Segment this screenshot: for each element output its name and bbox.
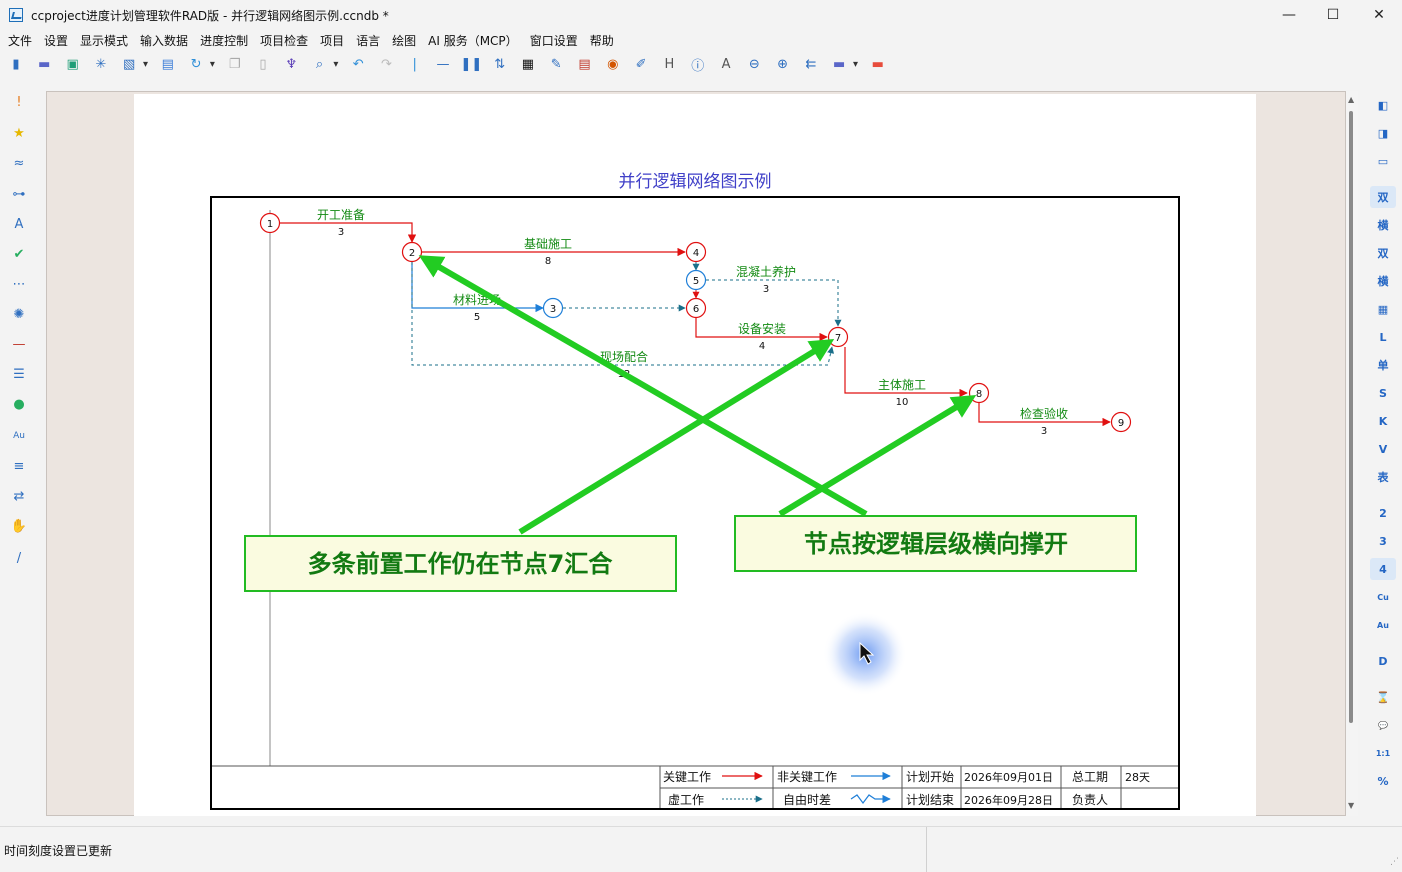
activity-duration: 8 [545,256,551,267]
status-bar: 时间刻度设置已更新 ⋰ [0,826,1402,872]
right-tool-button[interactable]: ▦ [1370,298,1396,320]
legend-float-label: 自由时差 [783,793,831,807]
activity-label: 设备安装 [738,321,786,336]
legend-critical-label: 关键工作 [663,770,711,784]
activity-duration: 10 [896,397,909,408]
callout-arrow [518,338,835,535]
activity-label: 基础施工 [524,237,572,251]
node-number: 6 [693,304,699,315]
node-number: 5 [693,276,699,287]
callout-arrow [778,395,977,517]
right-tool-button[interactable]: L [1370,326,1396,348]
right-tool-button[interactable]: 横 [1370,214,1396,236]
node-number: 9 [1118,418,1124,429]
node-number: 3 [550,304,556,315]
callout-text-right: 节点按逻辑层级横向撑开 [804,530,1068,558]
activity-label: 检查验收 [1020,406,1068,421]
edge-1-2[interactable] [280,222,417,243]
legend-plan-start-value: 2026年09月01日 [964,770,1053,784]
legend-owner-label: 负责人 [1072,793,1108,807]
right-tool-button[interactable]: 2 [1370,502,1396,524]
activity-duration: 3 [338,227,344,238]
activity-duration: 3 [763,284,769,295]
diagram-title: 并行逻辑网络图示例 [619,172,772,192]
resize-grip-icon[interactable]: ⋰ [1390,857,1399,867]
legend-float-sample [850,794,891,804]
right-tool-button[interactable]: 横 [1370,270,1396,292]
right-tool-button[interactable]: D [1370,650,1396,672]
legend-plan-end-label: 计划结束 [906,793,954,807]
right-tool-button[interactable]: K [1370,410,1396,432]
legend-noncritical-label: 非关键工作 [777,770,837,784]
status-divider [926,827,927,872]
right-tool-button[interactable]: 双 [1370,242,1396,264]
right-tool-button[interactable]: % [1370,770,1396,792]
activity-label: 混凝土养护 [736,264,796,279]
right-tool-button[interactable]: S [1370,382,1396,404]
activity-label: 开工准备 [317,208,365,222]
node-number: 1 [267,219,273,230]
activity-duration: 5 [474,312,480,323]
right-tool-button[interactable]: 4 [1370,558,1396,580]
legend-dummy-label: 虚工作 [668,793,704,807]
activity-duration: 3 [1041,426,1047,437]
legend-total-label: 总工期 [1072,770,1108,784]
right-tool-button[interactable]: 双 [1370,186,1396,208]
legend-plan-end-value: 2026年09月28日 [964,793,1053,807]
activity-duration: 4 [759,341,765,352]
right-tool-button[interactable]: Cu [1370,586,1396,608]
legend-total-value: 28天 [1125,771,1150,784]
right-tool-button[interactable]: ◨ [1370,122,1396,144]
right-tool-button[interactable]: ⌛ [1370,686,1396,708]
callout-text-left: 多条前置工作仍在节点7汇合 [308,550,614,578]
right-tool-button[interactable]: Au [1370,614,1396,636]
right-tool-button[interactable]: ▭ [1370,150,1396,172]
node-number: 2 [409,248,415,259]
node-number: 8 [976,389,982,400]
node-number: 7 [835,333,841,344]
callout-arrow [418,255,868,517]
activity-label: 主体施工 [878,378,926,392]
right-tool-button[interactable]: 💬 [1370,714,1396,736]
right-tool-button[interactable]: ◧ [1370,94,1396,116]
right-tool-button[interactable]: 表 [1370,466,1396,488]
legend-plan-start-label: 计划开始 [906,770,954,784]
node-number: 4 [693,248,699,259]
right-tool-button[interactable]: 3 [1370,530,1396,552]
network-diagram: 并行逻辑网络图示例 开工准备 基础施工 材料进场 混凝土养护 设备安装 现场配合… [210,172,1180,810]
status-message: 时间刻度设置已更新 [4,844,113,858]
right-tool-strip: ◧ ◨ ▭ 双横双横 ▦ L 单 S K V 表 2 3 4 Cu Au D ⌛ 💬 1:1% [1366,90,1402,810]
right-tool-button[interactable]: 1:1 [1370,742,1396,764]
edge-5-7[interactable] [706,279,842,327]
right-tool-button[interactable]: 单 [1370,354,1396,376]
right-tool-button[interactable]: V [1370,438,1396,460]
